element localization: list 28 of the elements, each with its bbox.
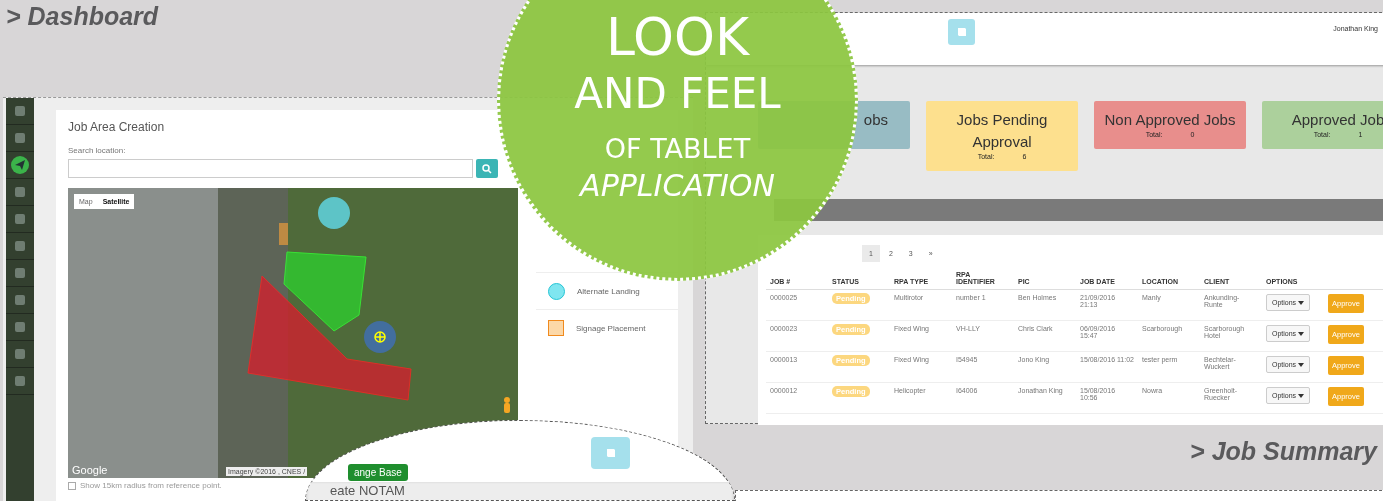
search-button[interactable] xyxy=(476,159,498,178)
caret-icon xyxy=(1298,331,1305,336)
legend-label: Signage Placement xyxy=(576,323,646,333)
page-heading: eate NOTAM xyxy=(330,484,405,497)
banner-text: OF TABLET xyxy=(603,135,752,162)
checkbox[interactable] xyxy=(68,481,76,490)
banner-text: AND FEEL xyxy=(573,73,782,115)
card-title: obs xyxy=(863,110,888,130)
caret-icon xyxy=(1298,393,1305,398)
banner-text: APPLICATION xyxy=(577,171,776,201)
panel-title: Job Area Creation xyxy=(68,120,166,134)
sidebar-icon[interactable] xyxy=(11,156,29,174)
person-icon[interactable] xyxy=(502,396,512,414)
card-title: Non Approved Jobs xyxy=(1104,110,1236,130)
section-caption: > Dashboard xyxy=(6,2,159,31)
caret-icon xyxy=(1298,362,1305,367)
section-caption: > Job Summary xyxy=(1190,437,1377,466)
caret-icon xyxy=(1298,300,1305,305)
card-title: Jobs Pending Approval xyxy=(955,110,1049,152)
search-field[interactable] xyxy=(68,159,473,178)
change-base-button[interactable]: ange Base xyxy=(348,464,408,481)
card-title: Approved Job xyxy=(1291,110,1383,130)
field-label: Search location: xyxy=(68,146,127,155)
checkbox-label: Show 15km radius from reference point. xyxy=(80,481,222,490)
banner-text: LOOK xyxy=(604,11,751,63)
map-logo: Google xyxy=(72,464,108,476)
search-icon xyxy=(482,163,492,174)
legend-label: Alternate Landing xyxy=(577,286,640,296)
